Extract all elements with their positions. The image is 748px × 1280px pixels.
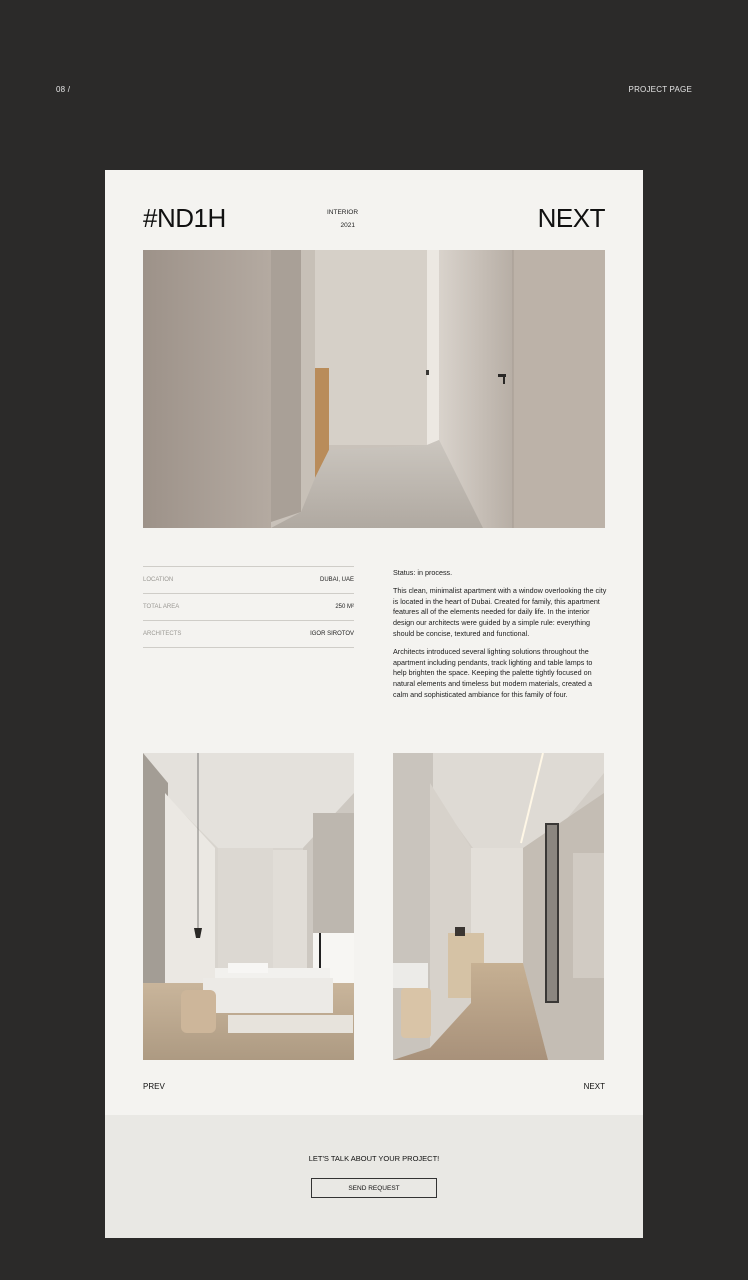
spec-label: LOCATION [143, 577, 174, 583]
spec-row-total-area: TOTAL AREA 250 M² [143, 593, 354, 620]
cta-heading: LET'S TALK ABOUT YOUR PROJECT! [308, 1154, 440, 1163]
next-link[interactable]: NEXT [584, 1082, 605, 1091]
prev-link[interactable]: PREV [143, 1082, 165, 1091]
spec-row-location: LOCATION DUBAI, UAE [143, 566, 354, 593]
send-request-button[interactable]: SEND REQUEST [311, 1178, 437, 1198]
spec-row-architects: ARCHITECTS IGOR SIROTOV [143, 620, 354, 648]
project-year: 2021 [340, 222, 355, 229]
bedroom-image [143, 753, 354, 1060]
project-title: #ND1H [143, 203, 226, 233]
spec-value: 250 M² [335, 604, 354, 610]
contact-footer: LET'S TALK ABOUT YOUR PROJECT! SEND REQU… [105, 1115, 643, 1238]
project-card: #ND1H INTERIOR 2021 NEXT LOCATION DUBAI,… [105, 170, 643, 1238]
spec-label: ARCHITECTS [143, 631, 182, 637]
project-category: INTERIOR [327, 209, 359, 216]
spec-table: LOCATION DUBAI, UAE TOTAL AREA 250 M² AR… [143, 566, 354, 648]
project-status: Status: in process. [393, 568, 453, 577]
header-next-link[interactable]: NEXT [538, 203, 606, 234]
spec-label: TOTAL AREA [143, 604, 180, 610]
description-paragraph: Architects introduced several lighting s… [393, 646, 593, 699]
project-meta: INTERIOR 2021 [327, 206, 359, 232]
spec-value: IGOR SIROTOV [310, 631, 354, 637]
description-paragraph: This clean, minimalist apartment with a … [393, 585, 607, 638]
page-index: 08 / [56, 85, 71, 94]
page-label: PROJECT PAGE [628, 85, 692, 94]
hero-corridor-image [143, 250, 605, 528]
hallway-image [393, 753, 604, 1060]
spec-value: DUBAI, UAE [319, 577, 354, 583]
project-description: Status: in process. This clean, minimali… [393, 568, 607, 708]
